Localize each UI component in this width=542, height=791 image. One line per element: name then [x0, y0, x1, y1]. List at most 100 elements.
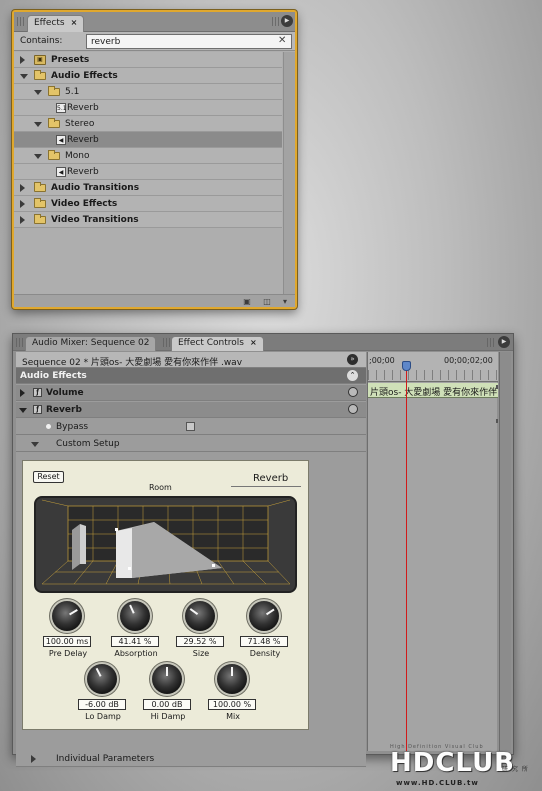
rotary-knob[interactable]	[52, 601, 82, 631]
knob-value-field[interactable]: 100.00 ms	[43, 636, 91, 647]
tree-folder[interactable]: Audio Transitions	[14, 180, 282, 196]
tree-folder[interactable]: ▣ Presets	[14, 52, 282, 68]
effect-item[interactable]: ◀ Reverb	[14, 132, 282, 148]
effects-scrollbar[interactable]	[283, 52, 295, 295]
effect-controls-properties: Sequence 02 * 片頭os- 大愛劇場 愛有你來作伴 .wav » A…	[16, 352, 366, 767]
ruler-ticks	[368, 370, 498, 380]
panel-grip-mid[interactable]	[163, 338, 171, 347]
reverb-title: Reverb	[253, 473, 289, 484]
tab-effect-controls[interactable]: Effect Controls ×	[171, 336, 264, 351]
collapse-triangle-icon[interactable]	[34, 122, 42, 127]
tree-item-label: Video Effects	[51, 199, 118, 209]
rotary-knob[interactable]	[217, 664, 247, 694]
tree-item-label: Reverb	[67, 103, 99, 113]
reset-icon[interactable]	[348, 404, 358, 414]
rotary-knob[interactable]	[120, 601, 150, 631]
tab-audio-mixer[interactable]: Audio Mixer: Sequence 02	[25, 336, 157, 351]
timecode-start: ;00;00	[369, 356, 395, 365]
tab-effects-label: Effects	[34, 18, 65, 28]
reset-icon[interactable]	[348, 387, 358, 397]
knob-control: 41.41 % Absorption	[106, 601, 166, 663]
knob-label: Hi Damp	[150, 712, 186, 721]
effect-reverb-row[interactable]: ƒ Reverb	[16, 402, 366, 418]
room-label: Room	[149, 483, 172, 492]
panel-menu-icon[interactable]: ▶	[498, 336, 510, 348]
knob-label: Pre Delay	[48, 649, 88, 658]
expand-triangle-icon[interactable]	[20, 389, 25, 397]
reverb-reset-button[interactable]: Reset	[33, 471, 64, 483]
effects-panel: Effects × ▶ Contains: ✕ ▣ Presets Audio Eff…	[12, 10, 297, 309]
knob-value-field[interactable]: 0.00 dB	[143, 699, 191, 710]
effect-controls-scrollbar[interactable]	[499, 352, 511, 751]
audio-effects-label: Audio Effects	[20, 371, 87, 381]
timeline-view: ;00;00 00;00;02;00 片頭os- 大愛劇場 愛有你來作伴	[367, 352, 498, 751]
clip-bar[interactable]: 片頭os- 大愛劇場 愛有你來作伴	[368, 383, 498, 398]
room-display[interactable]	[34, 496, 297, 593]
tree-folder[interactable]: Video Effects	[14, 196, 282, 212]
tree-folder[interactable]: Audio Effects	[14, 68, 282, 84]
tree-folder[interactable]: 5.1	[14, 84, 282, 100]
playhead-icon[interactable]	[402, 361, 411, 371]
tab-close-icon[interactable]: ×	[71, 18, 78, 27]
collapse-triangle-icon[interactable]	[34, 90, 42, 95]
rotary-knob[interactable]	[185, 601, 215, 631]
effects-footer: ▣ ◫ ▾	[14, 294, 295, 307]
collapse-triangle-icon[interactable]	[20, 74, 28, 79]
collapse-triangle-icon[interactable]	[19, 408, 27, 413]
knob-value-field[interactable]: 41.41 %	[111, 636, 159, 647]
collapse-icon[interactable]: ⌃	[347, 370, 358, 381]
panel-grip-right[interactable]	[272, 17, 280, 26]
rotary-knob[interactable]	[152, 664, 182, 694]
knob-value-field[interactable]: 100.00 %	[208, 699, 256, 710]
knob-value-field[interactable]: 71.48 %	[240, 636, 288, 647]
custom-setup-row: Custom Setup	[16, 436, 366, 452]
show-timeline-icon[interactable]: »	[347, 354, 358, 365]
effect-item[interactable]: ◀ Reverb	[14, 164, 282, 180]
effect-volume-label: Volume	[46, 388, 84, 398]
tab-close-icon[interactable]: ×	[250, 338, 257, 347]
folder-icon	[48, 150, 60, 160]
tree-folder[interactable]: Video Transitions	[14, 212, 282, 228]
time-ruler[interactable]: ;00;00 00;00;02;00	[368, 352, 498, 382]
expand-triangle-icon[interactable]	[31, 755, 36, 763]
tree-folder[interactable]: Mono	[14, 148, 282, 164]
panel-menu-icon[interactable]: ▶	[281, 15, 293, 27]
panel-grip[interactable]	[17, 17, 25, 26]
tree-folder[interactable]: Stereo	[14, 116, 282, 132]
delete-icon[interactable]: ▾	[280, 297, 290, 306]
rotary-knob[interactable]	[249, 601, 279, 631]
fx-toggle-icon[interactable]: ƒ	[33, 388, 42, 397]
new-custom-item-icon[interactable]: ◫	[262, 297, 272, 306]
effect-reverb-label: Reverb	[46, 405, 82, 415]
collapse-triangle-icon[interactable]	[34, 154, 42, 159]
panel-grip[interactable]	[16, 338, 24, 347]
search-input[interactable]	[86, 34, 292, 49]
knob-value-field[interactable]: 29.52 %	[176, 636, 224, 647]
bypass-checkbox[interactable]	[186, 422, 195, 431]
tab-effects[interactable]: Effects ×	[27, 15, 85, 32]
knob-label: Mix	[226, 712, 240, 721]
effect-volume-row[interactable]: ƒ Volume	[16, 385, 366, 401]
fx-toggle-icon[interactable]: ƒ	[33, 405, 42, 414]
rotary-knob[interactable]	[87, 664, 117, 694]
expand-triangle-icon[interactable]	[20, 216, 25, 224]
tree-item-label: 5.1	[65, 87, 80, 97]
knob-indicator	[265, 608, 275, 616]
effects-tab-bar: Effects × ▶	[14, 12, 295, 32]
collapse-triangle-icon[interactable]	[31, 442, 39, 447]
new-bin-icon[interactable]: ▣	[242, 297, 252, 306]
logo-wordmark: HDCLUB	[390, 748, 515, 778]
expand-triangle-icon[interactable]	[20, 184, 25, 192]
tree-item-label: Audio Effects	[51, 71, 118, 81]
panel-grip-right[interactable]	[487, 338, 495, 347]
keyframe-dot-icon	[46, 424, 51, 429]
tree-item-label: Audio Transitions	[51, 183, 140, 193]
expand-triangle-icon[interactable]	[20, 56, 25, 64]
clear-search-icon[interactable]: ✕	[278, 35, 286, 46]
effect-item[interactable]: 5.1 Reverb	[14, 100, 282, 116]
expand-triangle-icon[interactable]	[20, 200, 25, 208]
effect-controls-panel: Audio Mixer: Sequence 02 Effect Controls…	[12, 333, 514, 767]
current-time-indicator-line	[406, 366, 407, 751]
knob-value-field[interactable]: -6.00 dB	[78, 699, 126, 710]
timecode-end: 00;00;02;00	[444, 356, 493, 365]
